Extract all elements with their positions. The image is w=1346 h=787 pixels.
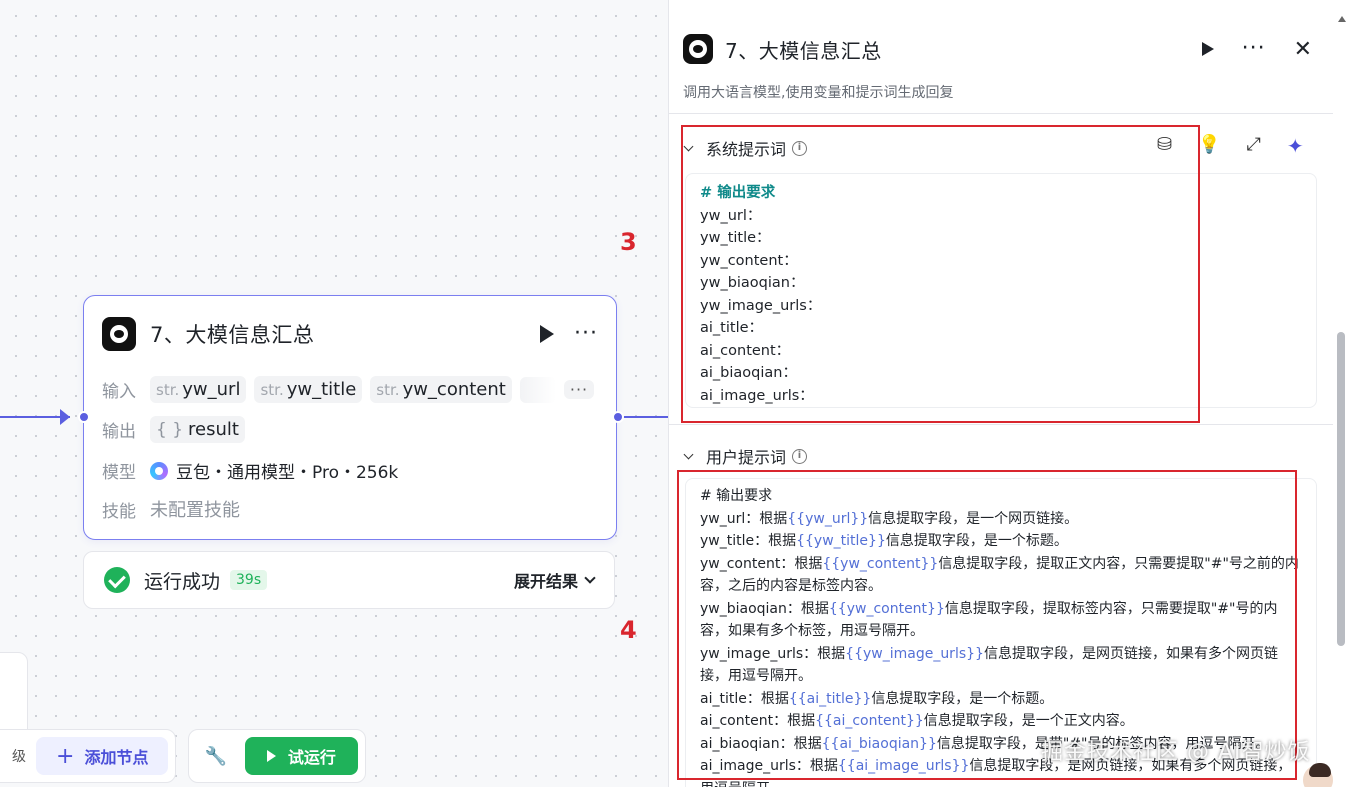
node-header: 7、大模信息汇总 ··· <box>102 316 598 352</box>
panel-llm-logo-icon <box>683 34 713 64</box>
user-prompt-label: 用户提示词 <box>706 448 787 467</box>
chevron-down-icon <box>584 572 596 584</box>
info-icon[interactable]: i <box>792 448 808 464</box>
user-prompt-header[interactable]: 用户提示词 i <box>683 444 808 468</box>
panel-title: 7、大模信息汇总 <box>725 38 882 63</box>
panel-description: 调用大语言模型,使用变量和提示词生成回复 <box>683 85 954 101</box>
node-output-row: 输出 { } result <box>102 416 253 443</box>
annotation-4: 4 <box>620 616 637 644</box>
edge-arrow-icon <box>60 409 70 425</box>
lightbulb-icon[interactable]: 💡 <box>1198 134 1220 158</box>
input-chip-fade <box>519 376 556 403</box>
model-value: 豆包・通用模型・Pro・256k <box>176 463 399 483</box>
bottom-toolbar: 级 + 添加节点 🔧 试运行 <box>0 729 366 783</box>
watermark: 掘金技术社区 @ AI智炒饭 <box>1041 740 1311 765</box>
run-status-text: 运行成功 <box>144 570 221 593</box>
doubao-model-icon <box>150 461 168 480</box>
run-status-bar: 运行成功 39s 展开结果 <box>83 551 615 609</box>
annotation-3: 3 <box>620 228 637 256</box>
section-divider <box>669 424 1333 425</box>
node-output-port[interactable] <box>612 411 624 423</box>
run-group: 🔧 试运行 <box>188 729 366 783</box>
skill-value: 未配置技能 <box>150 500 240 521</box>
llm-logo-icon <box>102 317 136 351</box>
partial-toolbar-label[interactable]: 级 <box>0 746 26 766</box>
llm-node-card[interactable]: 7、大模信息汇总 ··· 输入 str. yw_url str. yw_title … <box>83 295 617 540</box>
add-node-group: 级 + 添加节点 <box>0 729 177 783</box>
node-input-port[interactable] <box>78 411 90 423</box>
skill-label: 技能 <box>102 501 136 522</box>
node-model-row: 模型 豆包・通用模型・Pro・256k <box>102 458 398 483</box>
node-more-icon[interactable]: ··· <box>574 323 598 345</box>
expand-results-button[interactable]: 展开结果 <box>514 568 596 592</box>
success-check-icon <box>104 567 130 593</box>
panel-scrollbar[interactable] <box>1337 332 1345 646</box>
model-label: 模型 <box>102 463 136 483</box>
node-config-panel: 7、大模信息汇总 ··· ✕ 调用大语言模型,使用变量和提示词生成回复 系统提示… <box>668 0 1346 787</box>
header-divider <box>669 113 1333 114</box>
avatar[interactable] <box>1301 763 1335 787</box>
wrench-icon[interactable]: 🔧 <box>196 746 234 767</box>
run-node-play-icon[interactable] <box>540 325 555 343</box>
scroll-up-icon[interactable] <box>1338 16 1346 22</box>
collapse-chevron-icon[interactable] <box>683 449 694 459</box>
plus-icon: + <box>56 743 75 769</box>
input-more-button[interactable]: ··· <box>563 380 595 399</box>
play-icon <box>266 750 276 762</box>
add-node-button[interactable]: + 添加节点 <box>36 737 169 775</box>
input-chip-yw-url: str. yw_url <box>150 376 247 403</box>
run-time-badge: 39s <box>230 570 268 590</box>
input-chip-yw-title: str. yw_title <box>254 376 363 403</box>
panel-header: 7、大模信息汇总 ··· ✕ <box>683 32 1312 66</box>
test-run-button[interactable]: 试运行 <box>244 737 358 775</box>
node-skill-row: 技能 未配置技能 <box>102 496 240 522</box>
outgoing-edge <box>620 416 668 418</box>
input-label: 输入 <box>102 382 136 402</box>
input-chip-yw-content: str. yw_content <box>370 376 512 403</box>
panel-run-play-icon[interactable] <box>1201 42 1214 56</box>
close-icon[interactable]: ✕ <box>1294 37 1312 62</box>
workflow-canvas[interactable]: 7、大模信息汇总 ··· 输入 str. yw_url str. yw_title … <box>0 0 668 787</box>
output-label: 输出 <box>102 422 136 442</box>
node-title: 7、大模信息汇总 <box>150 323 315 347</box>
expand-icon[interactable]: ⤢ <box>1247 134 1261 158</box>
panel-more-icon[interactable]: ··· <box>1242 38 1266 60</box>
ai-sparkle-icon[interactable]: ✦ <box>1287 134 1304 158</box>
node-input-row: 输入 str. yw_url str. yw_title str. yw_conten… <box>102 376 595 403</box>
output-chip-result: { } result <box>150 416 245 443</box>
annotation-box-3 <box>681 125 1200 423</box>
